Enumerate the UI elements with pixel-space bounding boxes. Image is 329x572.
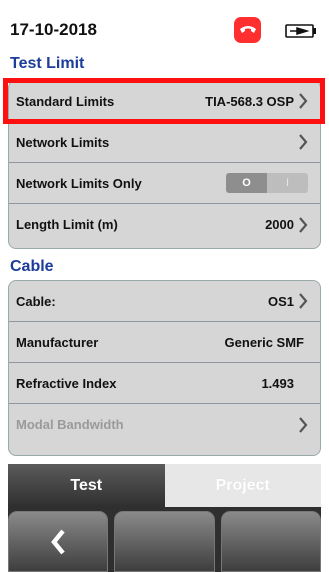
modal-bandwidth-row[interactable]: Modal Bandwidth — [9, 404, 320, 445]
bottom-tabs: Test Project — [8, 464, 321, 507]
manufacturer-row: Manufacturer Generic SMF — [9, 322, 320, 363]
status-bar: 17-10-2018 — [0, 0, 329, 52]
test-limit-group: Standard Limits TIA-568.3 OSP Network Li… — [8, 80, 321, 249]
cable-label: Cable: — [16, 293, 56, 309]
refractive-index-value: 1.493 — [261, 375, 294, 391]
network-limits-row[interactable]: Network Limits — [9, 122, 320, 163]
network-limits-label: Network Limits — [16, 134, 110, 150]
chevron-right-icon — [299, 293, 308, 309]
toggle-on-label: I — [267, 173, 308, 193]
modal-bandwidth-label: Modal Bandwidth — [16, 417, 124, 432]
back-button[interactable] — [8, 511, 109, 572]
network-limits-only-toggle[interactable]: O I — [226, 173, 308, 193]
cable-row[interactable]: Cable: OS1 — [9, 281, 320, 322]
length-limit-row[interactable]: Length Limit (m) 2000 — [9, 204, 320, 245]
refractive-index-label: Refractive Index — [16, 375, 117, 391]
standard-limits-row[interactable]: Standard Limits TIA-568.3 OSP — [9, 81, 320, 122]
toggle-off-label: O — [226, 173, 267, 193]
length-limit-value: 2000 — [265, 217, 294, 232]
standard-limits-value: TIA-568.3 OSP — [205, 93, 294, 109]
chevron-right-icon — [299, 93, 308, 109]
chevron-right-icon — [299, 216, 308, 233]
tab-project[interactable]: Project — [164, 464, 321, 507]
softkey-bar — [8, 507, 321, 572]
tab-test[interactable]: Test — [8, 464, 165, 507]
chevron-right-icon — [299, 416, 308, 433]
manufacturer-label: Manufacturer — [16, 334, 99, 350]
battery-icon — [285, 22, 317, 40]
date-label: 17-10-2018 — [10, 20, 97, 39]
device-screen: 17-10-2018 Test Limit Standard Limits TI… — [0, 0, 329, 572]
refractive-index-row[interactable]: Refractive Index 1.493 — [9, 363, 320, 404]
cable-group: Cable: OS1 Manufacturer Generic SMF Refr… — [8, 280, 321, 456]
network-limits-only-row: Network Limits Only O I — [9, 163, 320, 204]
network-limits-only-label: Network Limits Only — [16, 175, 142, 191]
phone-hangup-icon[interactable] — [234, 17, 261, 43]
chevron-left-icon — [51, 529, 65, 554]
softkey-3-button[interactable] — [220, 511, 321, 572]
chevron-right-icon — [299, 134, 308, 150]
cable-value: OS1 — [267, 293, 294, 309]
manufacturer-value: Generic SMF — [224, 334, 304, 350]
cable-heading: Cable — [10, 258, 54, 275]
standard-limits-label: Standard Limits — [16, 93, 115, 109]
length-limit-label: Length Limit (m) — [16, 217, 118, 232]
softkey-2-button[interactable] — [114, 511, 215, 572]
test-limit-heading: Test Limit — [10, 55, 85, 72]
